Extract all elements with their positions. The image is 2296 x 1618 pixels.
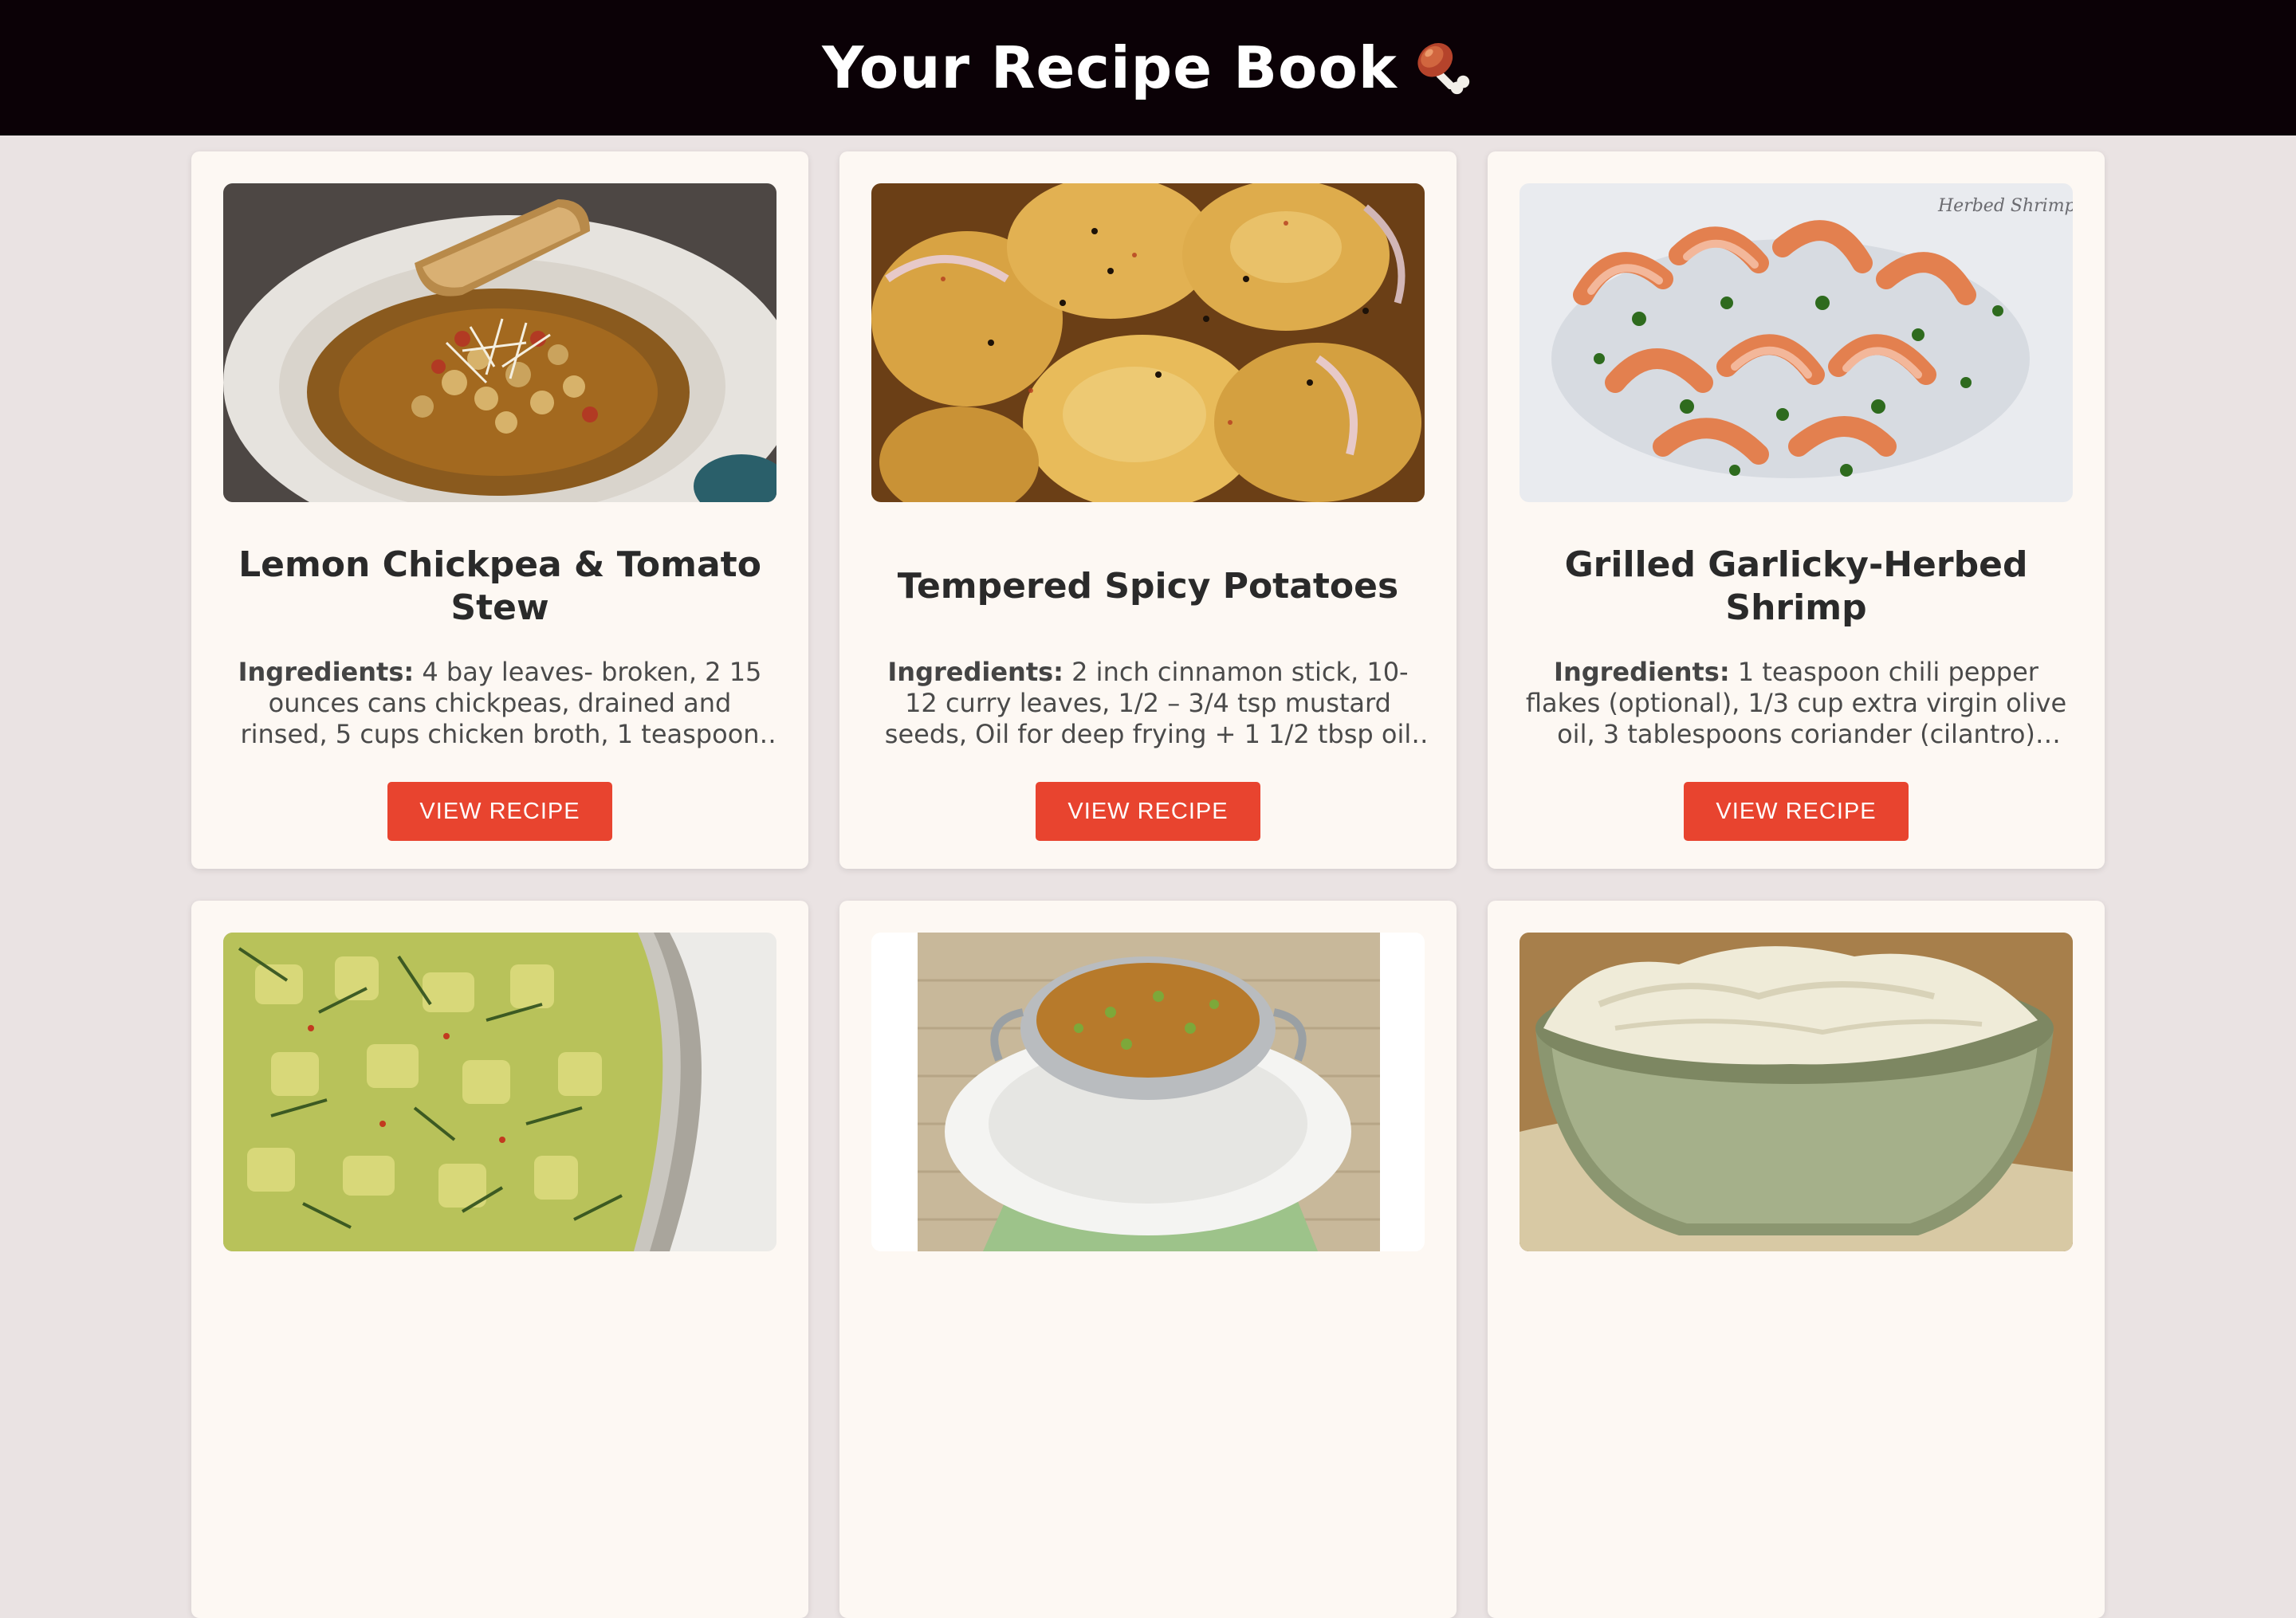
recipe-ingredients: Ingredients: 4 bay leaves- broken, 2 15 …: [221, 657, 779, 750]
ingredients-label: Ingredients:: [1554, 657, 1730, 687]
recipe-ingredients: Ingredients: 2 inch cinnamon stick, 10- …: [869, 657, 1427, 750]
recipe-title: Grilled Garlicky-Herbed Shrimp: [1564, 544, 2028, 628]
recipe-photo-dill-potatoes: [223, 933, 776, 1251]
recipe-ingredients: Ingredients: 1 teaspoon chili pepper fla…: [1517, 657, 2075, 750]
svg-text:Herbed Shrimp: Herbed Shrimp: [1937, 196, 2073, 216]
recipe-photo-spicy-potatoes: [871, 183, 1425, 502]
recipe-title-wrap: Tempered Spicy Potatoes: [871, 516, 1425, 657]
view-recipe-button[interactable]: VIEW RECIPE: [1036, 782, 1260, 841]
view-recipe-button[interactable]: VIEW RECIPE: [387, 782, 612, 841]
recipe-card: Herbed Shrimp Grilled Garlicky-Herbed Sh…: [1488, 151, 2105, 869]
recipe-card: Lemon Chickpea & Tomato Stew Ingredients…: [191, 151, 808, 869]
recipe-card: [839, 901, 1457, 1618]
recipe-title: Tempered Spicy Potatoes: [897, 566, 1399, 607]
recipe-grid: Lemon Chickpea & Tomato Stew Ingredients…: [191, 151, 2105, 1618]
recipe-title: Lemon Chickpea & Tomato Stew: [238, 544, 761, 628]
recipe-photo-shrimp: Herbed Shrimp: [1520, 183, 2073, 502]
ingredients-label: Ingredients:: [887, 657, 1063, 687]
recipe-title-wrap: Lemon Chickpea & Tomato Stew: [223, 516, 776, 657]
recipe-photo-chickpea-stew: [223, 183, 776, 502]
meat-on-bone-icon: [1412, 37, 1474, 99]
view-recipe-button[interactable]: VIEW RECIPE: [1684, 782, 1909, 841]
page-title: Your Recipe Book: [822, 34, 1474, 101]
app-header: Your Recipe Book: [0, 0, 2296, 135]
recipe-photo-mashed-potatoes: [1520, 933, 2073, 1251]
recipe-card: Tempered Spicy Potatoes Ingredients: 2 i…: [839, 151, 1457, 869]
recipe-photo-curry-bowl: [871, 933, 1425, 1251]
recipe-card: [191, 901, 808, 1618]
ingredients-label: Ingredients:: [238, 657, 415, 687]
page-title-text: Your Recipe Book: [822, 34, 1398, 101]
recipe-card: [1488, 901, 2105, 1618]
recipe-title-wrap: Grilled Garlicky-Herbed Shrimp: [1520, 516, 2073, 657]
